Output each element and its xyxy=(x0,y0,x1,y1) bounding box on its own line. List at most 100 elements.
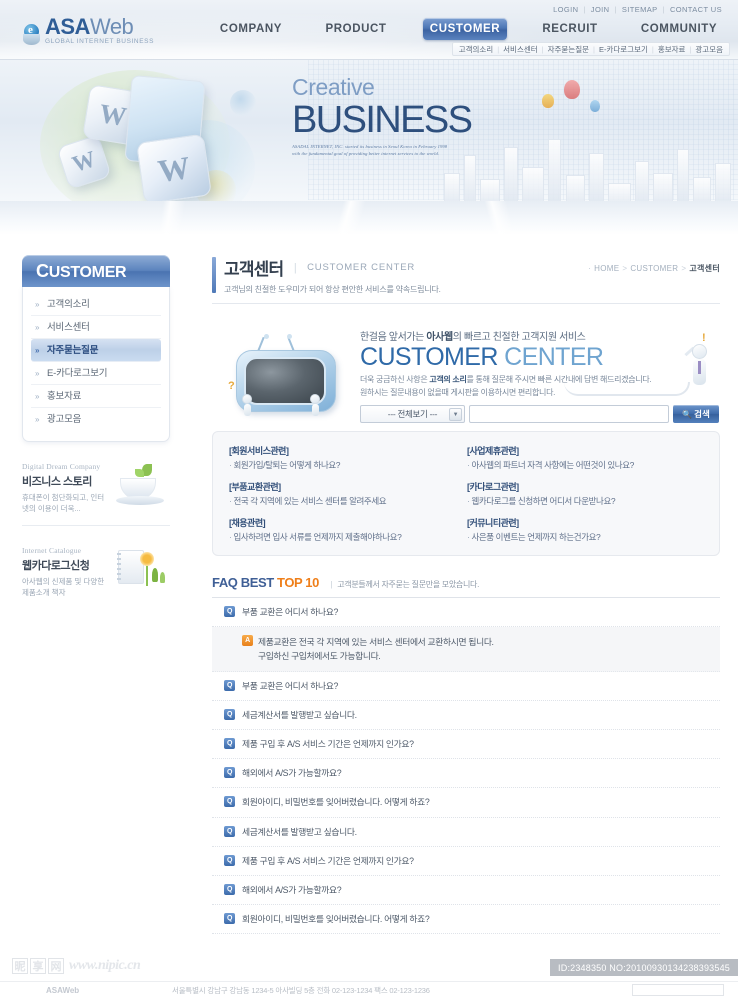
util-link-login[interactable]: LOGIN xyxy=(553,5,578,14)
faq-question-row[interactable]: Q 제품 구입 후 A/S 서비스 기간은 언제까지 인가요? xyxy=(212,730,720,760)
subnav-item-ads[interactable]: 광고모음 xyxy=(695,44,723,55)
subnav-item-voice[interactable]: 고객의소리 xyxy=(459,44,494,55)
footer-divider xyxy=(0,981,738,982)
nav-item-customer[interactable]: CUSTOMER xyxy=(423,18,507,40)
hero-blob-small xyxy=(230,90,256,116)
faq-question-row[interactable]: Q 부품 교환은 어디서 하나요? xyxy=(212,672,720,702)
sidebar-banner-business-story[interactable]: Digital Dream Company 비즈니스 스토리 휴대폰이 첨단화되… xyxy=(22,456,170,526)
faq-list: Q 부품 교환은 어디서 하나요? A 제품교환은 전국 각 지역에 있는 서비… xyxy=(212,598,720,934)
faq-question-row[interactable]: Q 해외에서 A/S가 가능할까요? xyxy=(212,876,720,905)
faq-category-group[interactable]: [채용관련] · 입사하려면 입사 서류를 언제까지 제출해야하나요? xyxy=(229,516,467,543)
faq-question-text: 세금계산서를 발행받고 싶습니다. xyxy=(242,826,357,837)
faq-category-group[interactable]: [커뮤니티관련] · 사은품 이벤트는 언제까지 하는건가요? xyxy=(467,516,705,543)
faq-question-row[interactable]: Q 세금계산서를 발행받고 싶습니다. xyxy=(212,818,720,847)
content-area: CUSTOMER » 고객의소리 » 서비스센터 » 자주묻는질문 » E-카다… xyxy=(0,235,738,934)
question-badge-icon: Q xyxy=(224,854,235,866)
subnav-separator: | xyxy=(541,44,544,54)
breadcrumb-dot: · xyxy=(588,264,592,273)
search-input[interactable] xyxy=(469,405,669,424)
nav-item-company[interactable]: COMPANY xyxy=(208,18,294,40)
question-badge-icon: Q xyxy=(224,606,235,617)
question-badge-icon: Q xyxy=(224,680,235,692)
hero-banner: W W W Creative BUSINESS ASADAL INTERNET,… xyxy=(0,60,738,235)
faq-answer-row: A 제품교환은 전국 각 지역에 있는 서비스 센터에서 교환하시면 됩니다. … xyxy=(212,627,720,673)
faq-category-question[interactable]: · 사은품 이벤트는 언제까지 하는건가요? xyxy=(467,531,705,543)
sidebar-item-faq[interactable]: » 자주묻는질문 xyxy=(31,339,161,362)
sidebar-item-label: 광고모음 xyxy=(47,414,82,425)
faq-list-note: | 고객분들께서 자주묻는 질문만을 모았습니다. xyxy=(330,580,480,589)
chevron-down-icon[interactable]: ▼ xyxy=(449,408,462,422)
sidebar-item-ads[interactable]: » 광고모음 xyxy=(31,408,161,431)
sidebar-item-label: 서비스센터 xyxy=(47,322,90,333)
cc-korean-tagline: 한걸음 앞서가는 아사웹의 빠르고 친절한 고객지원 서비스 xyxy=(360,332,586,343)
question-badge-icon: Q xyxy=(224,796,235,808)
faq-question-row[interactable]: Q 세금계산서를 발행받고 싶습니다. xyxy=(212,701,720,731)
breadcrumb-item-home[interactable]: HOME xyxy=(594,264,619,273)
sidebar-item-ecatalog[interactable]: » E-카다로그보기 xyxy=(31,362,161,385)
faq-question-row[interactable]: Q 회원아이디, 비밀번호를 잊어버렸습니다. 어떻게 하죠? xyxy=(212,788,720,818)
site-footer: 昵 享 网 www.nipic.cn ID:2348350 NO:2010093… xyxy=(0,940,738,996)
util-link-contact-us[interactable]: CONTACT US xyxy=(670,5,722,14)
faq-category-question[interactable]: · 전국 각 지역에 있는 서비스 센터를 알려주세요 xyxy=(229,495,467,507)
search-button-label: 검색 xyxy=(694,409,710,420)
faq-question-row[interactable]: Q 회원아이디, 비밀번호를 잊어버렸습니다. 어떻게 하죠? xyxy=(212,905,720,934)
faq-question-text: 세금계산서를 발행받고 싶습니다. xyxy=(242,710,357,721)
faq-category-heading: [채용관련] xyxy=(229,518,266,528)
faq-category-group[interactable]: [사업제휴관련] · 아사웹의 파트너 자격 사항에는 어떤것이 있나요? xyxy=(467,444,705,471)
util-link-sitemap[interactable]: SITEMAP xyxy=(622,5,658,14)
faq-category-group[interactable]: [부품교환관련] · 전국 각 지역에 있는 서비스 센터를 알려주세요 xyxy=(229,480,467,507)
breadcrumb-item-customer[interactable]: CUSTOMER xyxy=(630,264,678,273)
hero-subline-2: with the fundamental goal of providing b… xyxy=(292,150,440,156)
footer-select-box[interactable] xyxy=(632,984,724,996)
breadcrumb: · HOME > CUSTOMER > 고객센터 xyxy=(588,263,720,274)
sidebar-item-pr[interactable]: » 홍보자료 xyxy=(31,385,161,408)
faq-category-heading: [사업제휴관련] xyxy=(467,446,519,456)
hero-headline-light: Creative xyxy=(292,74,375,100)
faq-category-question[interactable]: · 회원가입/탈퇴는 어떻게 하나요? xyxy=(229,459,467,471)
robot-mascot-icon: ! xyxy=(682,332,716,396)
faq-question-row[interactable]: Q 제품 구입 후 A/S 서비스 기간은 언제까지 인가요? xyxy=(212,847,720,876)
sidebar-heading: CUSTOMER xyxy=(22,255,170,287)
subnav-item-service[interactable]: 서비스센터 xyxy=(503,44,538,55)
watermark-char-2: 享 xyxy=(30,958,46,974)
faq-category-heading: [커뮤니티관련] xyxy=(467,518,519,528)
question-mark-icon: ? xyxy=(228,380,235,392)
search-button[interactable]: 🔍 검색 xyxy=(673,405,719,424)
answer-badge-icon: A xyxy=(242,635,253,647)
faq-category-group[interactable]: [회원서비스관련] · 회원가입/탈퇴는 어떻게 하나요? xyxy=(229,444,467,471)
chevron-right-icon: » xyxy=(35,323,40,332)
notebook-flower-icon xyxy=(116,546,168,592)
chevron-right-icon: » xyxy=(35,392,40,401)
faq-category-right-column: [사업제휴관련] · 아사웹의 파트너 자격 사항에는 어떤것이 있나요? [카다… xyxy=(467,444,705,543)
chevron-right-icon: » xyxy=(35,369,40,378)
nav-item-recruit[interactable]: RECRUIT xyxy=(530,18,610,40)
faq-question-row[interactable]: Q 해외에서 A/S가 가능할까요? xyxy=(212,759,720,789)
util-separator: | xyxy=(583,5,586,14)
faq-category-question[interactable]: · 웹카다로그를 신청하면 어디서 다운받나요? xyxy=(467,495,705,507)
faq-category-question[interactable]: · 아사웹의 파트너 자격 사항에는 어떤것이 있나요? xyxy=(467,459,705,471)
sidebar: CUSTOMER » 고객의소리 » 서비스센터 » 자주묻는질문 » E-카다… xyxy=(22,255,170,608)
sidebar-banner-web-catalogue[interactable]: Internet Catalogue 웹카다로그신청 아사웹의 신제품 및 다양… xyxy=(22,540,170,609)
cup-sprout-icon xyxy=(116,462,168,508)
faq-question-text: 부품 교환은 어디서 하나요? xyxy=(242,681,338,692)
hero-floor xyxy=(0,201,738,235)
faq-question-row[interactable]: Q 부품 교환은 어디서 하나요? xyxy=(212,598,720,628)
search-category-select[interactable]: --- 전체보기 --- ▼ xyxy=(360,405,465,424)
search-category-value: --- 전체보기 --- xyxy=(387,409,438,420)
search-icon: 🔍 xyxy=(682,409,693,419)
subnav-item-pr[interactable]: 홍보자료 xyxy=(658,44,686,55)
nav-item-community[interactable]: COMMUNITY xyxy=(630,18,728,40)
nav-item-product[interactable]: PRODUCT xyxy=(313,18,399,40)
subnav-item-ecatalog[interactable]: E-카다로그보기 xyxy=(599,44,648,55)
faq-answer-text: 제품교환은 전국 각 지역에 있는 서비스 센터에서 교환하시면 됩니다. 구입… xyxy=(258,637,494,662)
sidebar-item-service[interactable]: » 서비스센터 xyxy=(31,316,161,339)
hero-headline-bold: BUSINESS xyxy=(292,99,473,141)
faq-category-question[interactable]: · 입사하려면 입사 서류를 언제까지 제출해야하나요? xyxy=(229,531,467,543)
util-link-join[interactable]: JOIN xyxy=(591,5,610,14)
faq-category-group[interactable]: [카다로그관련] · 웹카다로그를 신청하면 어디서 다운받나요? xyxy=(467,480,705,507)
sidebar-item-voice[interactable]: » 고객의소리 xyxy=(31,293,161,316)
faq-question-text: 제품 구입 후 A/S 서비스 기간은 언제까지 인가요? xyxy=(242,739,414,750)
question-badge-icon: Q xyxy=(224,709,235,721)
faq-category-heading: [회원서비스관련] xyxy=(229,446,289,456)
subnav-item-faq[interactable]: 자주묻는질문 xyxy=(548,44,589,55)
